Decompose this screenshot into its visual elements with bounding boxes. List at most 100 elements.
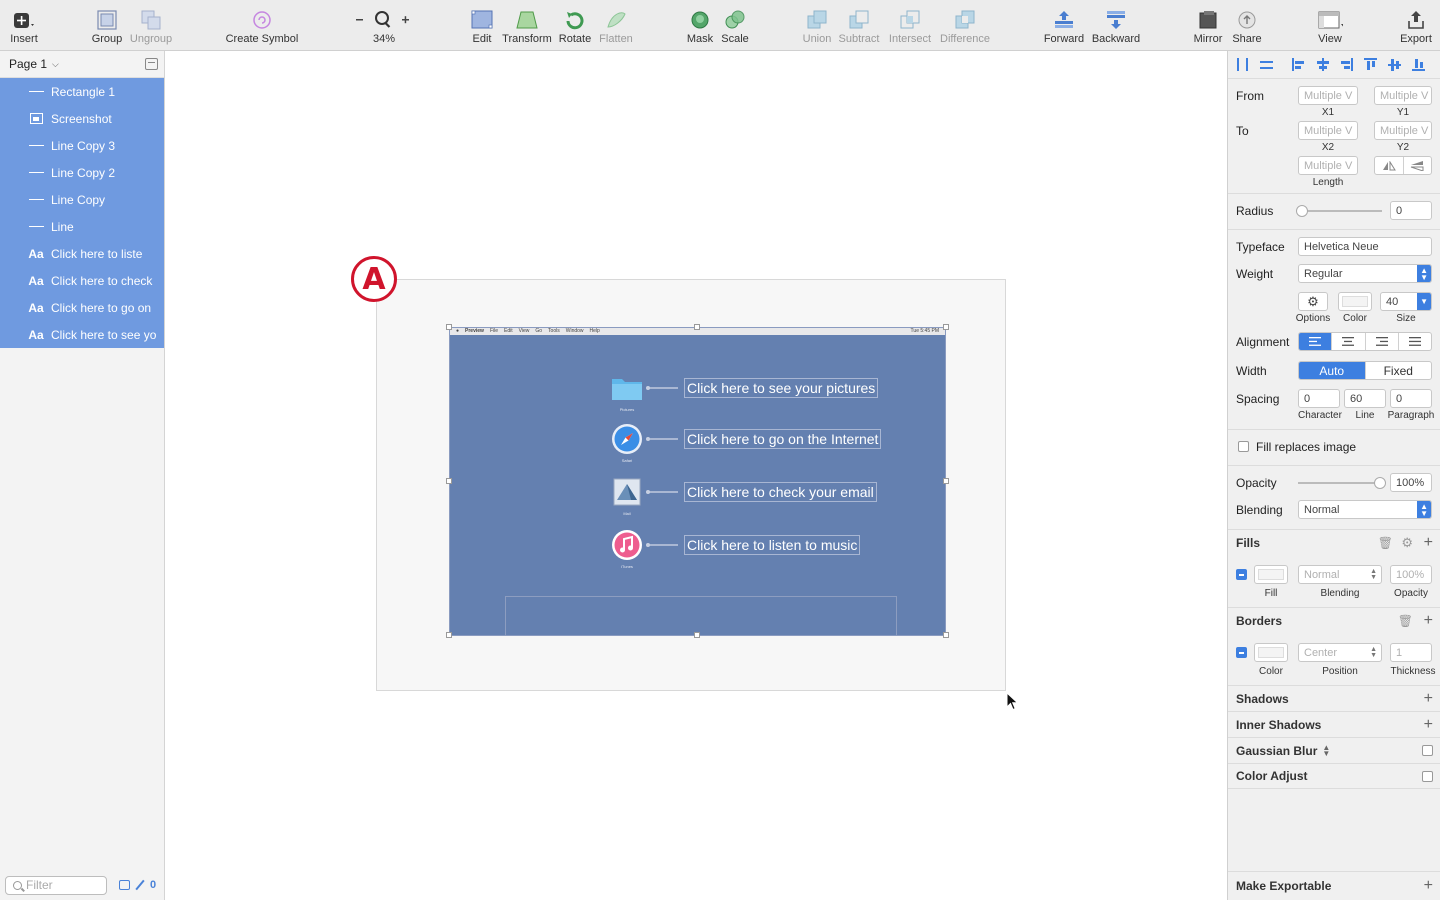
fill-blending-select[interactable]: Normal ▲ ▼ (1298, 565, 1382, 584)
resize-handle-bottom-right[interactable] (943, 632, 949, 638)
layer-item-line-copy-2[interactable]: Line Copy 2 (0, 159, 164, 186)
x1-input[interactable]: Multiple V (1298, 86, 1358, 105)
backward-button[interactable]: Backward (1090, 0, 1142, 51)
text-align-right-icon[interactable] (1366, 333, 1399, 350)
callout-pictures[interactable]: Click here to see your pictures (684, 378, 879, 398)
layer-item-text-listen[interactable]: Aa Click here to liste (0, 240, 164, 267)
fill-color-swatch[interactable] (1254, 565, 1288, 584)
share-button[interactable]: Share (1230, 0, 1264, 51)
character-spacing-input[interactable]: 0 (1298, 389, 1340, 408)
layer-item-line-copy-3[interactable]: Line Copy 3 (0, 132, 164, 159)
callout-mail[interactable]: Click here to check your email (684, 482, 877, 502)
trash-icon[interactable]: 🗑 (1378, 536, 1393, 550)
text-align-center-icon[interactable] (1332, 333, 1366, 350)
text-align-justify-icon[interactable] (1399, 333, 1431, 350)
align-horizontal-center-icon[interactable] (1316, 58, 1329, 71)
border-enabled-checkbox[interactable] (1236, 647, 1247, 658)
x2-input[interactable]: Multiple V (1298, 121, 1358, 140)
flip-vertical-icon[interactable] (1404, 157, 1432, 174)
layer-item-rectangle-1[interactable]: Rectangle 1 (0, 78, 164, 105)
typeface-input[interactable]: Helvetica Neue (1298, 237, 1432, 256)
forward-button[interactable]: Forward (1042, 0, 1086, 51)
callout-itunes[interactable]: Click here to listen to music (684, 535, 861, 555)
align-bottom-icon[interactable] (1412, 58, 1425, 71)
flip-horizontal-icon[interactable] (1375, 157, 1404, 174)
line-spacing-input[interactable]: 60 (1344, 389, 1386, 408)
radius-slider[interactable] (1302, 210, 1382, 212)
resize-handle-top-right[interactable] (943, 324, 949, 330)
width-fixed-button[interactable]: Fixed (1366, 362, 1432, 379)
gear-icon[interactable]: ⚙ (1401, 535, 1413, 551)
resize-handle-top-left[interactable] (446, 324, 452, 330)
page-selector[interactable]: Page 1 ⌵ (0, 51, 164, 78)
copy-icon[interactable] (119, 880, 130, 890)
group-button[interactable]: Group (90, 0, 124, 51)
flatten-button[interactable]: Flatten (596, 0, 636, 51)
width-auto-button[interactable]: Auto (1299, 362, 1366, 379)
intersect-button[interactable]: Intersect (886, 0, 934, 51)
resize-handle-bottom-left[interactable] (446, 632, 452, 638)
text-color-swatch[interactable] (1338, 292, 1372, 311)
paragraph-spacing-input[interactable]: 0 (1390, 389, 1432, 408)
distribute-vertical-icon[interactable] (1260, 58, 1273, 71)
rotate-button[interactable]: Rotate (556, 0, 594, 51)
layer-item-text-check[interactable]: Aa Click here to check (0, 267, 164, 294)
make-exportable-section[interactable]: Make Exportable + (1228, 871, 1440, 900)
layer-item-text-see[interactable]: Aa Click here to see yo (0, 321, 164, 348)
blending-select[interactable]: Normal ▲ ▼ (1298, 500, 1432, 519)
mirror-button[interactable]: Mirror (1190, 0, 1226, 51)
align-left-icon[interactable] (1292, 58, 1305, 71)
border-position-select[interactable]: Center ▲ ▼ (1298, 643, 1382, 662)
export-button[interactable]: Export (1396, 0, 1436, 51)
pen-icon[interactable] (135, 879, 145, 891)
y1-input[interactable]: Multiple V (1374, 86, 1432, 105)
resize-handle-bottom[interactable] (694, 632, 700, 638)
fill-enabled-checkbox[interactable] (1236, 569, 1247, 580)
callout-safari[interactable]: Click here to go on the Internet (684, 429, 882, 449)
align-right-icon[interactable] (1340, 58, 1353, 71)
align-top-icon[interactable] (1364, 58, 1377, 71)
stepper-icon[interactable]: ▲ ▼ (1322, 743, 1330, 757)
union-button[interactable]: Union (800, 0, 834, 51)
edit-button[interactable]: Edit (466, 0, 498, 51)
add-border-icon[interactable]: + (1424, 612, 1433, 630)
fill-opacity-input[interactable]: 100% (1390, 565, 1432, 584)
y2-input[interactable]: Multiple V (1374, 121, 1432, 140)
zoom-control[interactable]: 34% (352, 0, 416, 51)
align-vertical-center-icon[interactable] (1388, 58, 1401, 71)
opacity-input[interactable]: 100% (1390, 473, 1432, 492)
mask-button[interactable]: Mask (684, 0, 716, 51)
distribute-horizontal-icon[interactable] (1236, 58, 1249, 71)
subtract-button[interactable]: Subtract (836, 0, 882, 51)
opacity-slider-knob[interactable] (1374, 477, 1386, 489)
add-fill-icon[interactable]: + (1424, 534, 1433, 552)
layer-item-text-go-on[interactable]: Aa Click here to go on (0, 294, 164, 321)
weight-select[interactable]: Regular ▲ ▼ (1298, 264, 1432, 283)
layer-item-line[interactable]: Line (0, 213, 164, 240)
view-button[interactable]: View (1310, 0, 1350, 51)
collapse-pages-icon[interactable] (145, 58, 158, 70)
add-export-icon[interactable]: + (1424, 877, 1433, 895)
transform-button[interactable]: Transform (500, 0, 554, 51)
insert-button[interactable]: Insert (5, 0, 43, 51)
length-input[interactable]: Multiple V (1298, 156, 1358, 175)
border-color-swatch[interactable] (1254, 643, 1288, 662)
filter-input[interactable]: Filter (5, 875, 107, 895)
create-symbol-button[interactable]: Create Symbol (224, 0, 300, 51)
font-size-select[interactable]: 40 ▼ (1380, 292, 1432, 311)
difference-button[interactable]: Difference (938, 0, 992, 51)
gaussian-blur-checkbox[interactable] (1422, 745, 1433, 756)
add-inner-shadow-icon[interactable]: + (1424, 716, 1433, 734)
radius-input[interactable]: 0 (1390, 201, 1432, 220)
layer-item-screenshot[interactable]: Screenshot (0, 105, 164, 132)
border-thickness-input[interactable]: 1 (1390, 643, 1432, 662)
resize-handle-left[interactable] (446, 478, 452, 484)
fill-replaces-image-checkbox[interactable] (1238, 441, 1249, 452)
text-options-button[interactable]: ⚙ (1298, 292, 1328, 311)
layer-item-line-copy[interactable]: Line Copy (0, 186, 164, 213)
color-adjust-checkbox[interactable] (1422, 771, 1433, 782)
text-align-left-icon[interactable] (1299, 333, 1333, 350)
screenshot-image[interactable]: ● Preview File Edit View Go Tools Window… (449, 327, 946, 636)
scale-button[interactable]: Scale (718, 0, 752, 51)
canvas[interactable]: A ● Preview File Edit View Go Tools Wind… (166, 51, 1227, 900)
